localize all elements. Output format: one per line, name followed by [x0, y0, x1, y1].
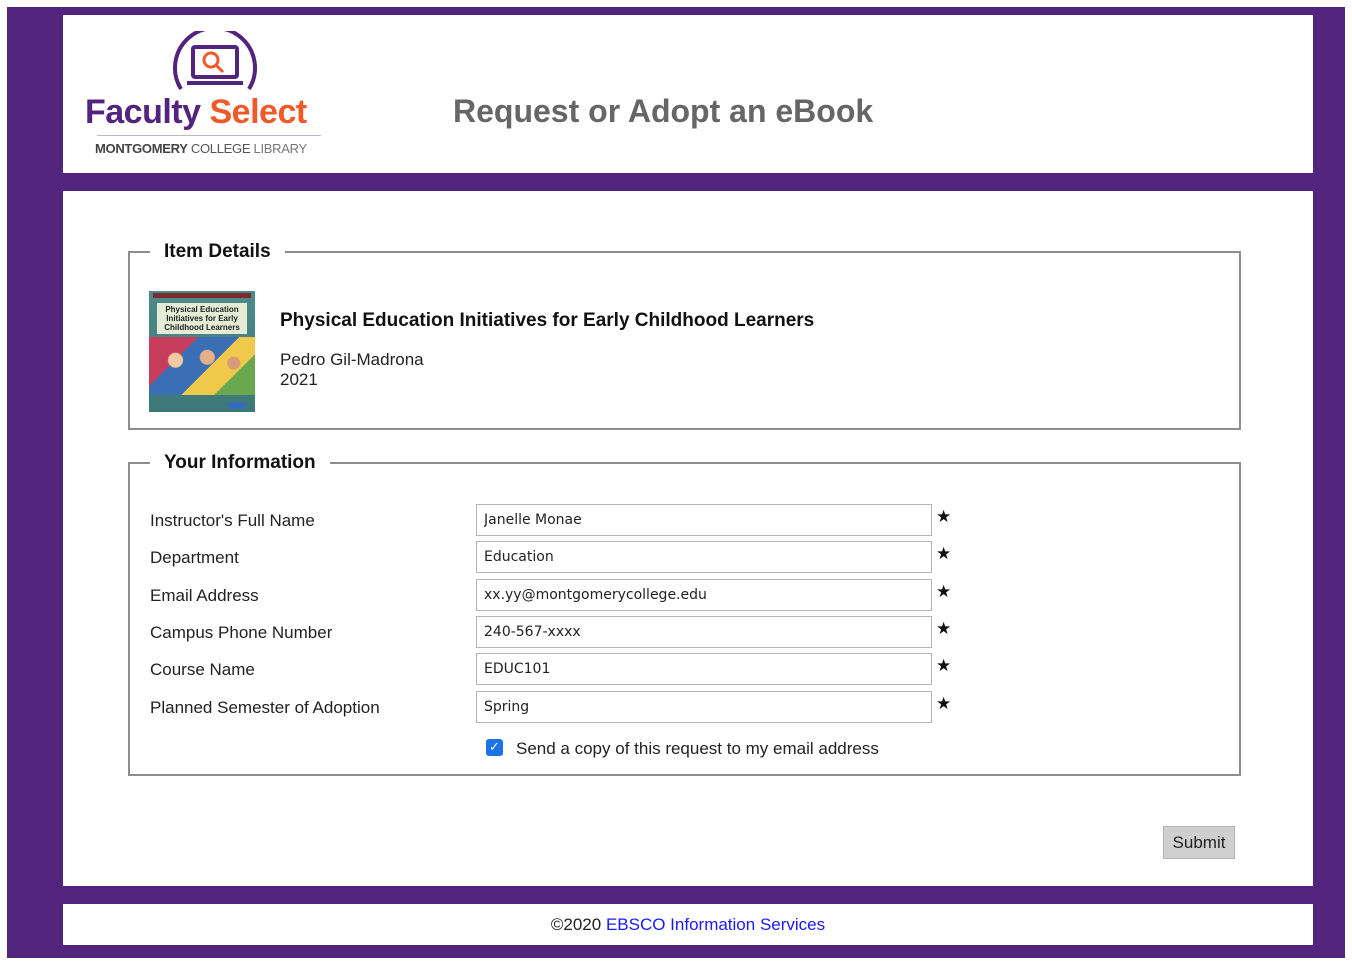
logo-wordmark: Faculty Select [85, 93, 307, 131]
form-row-semester: Planned Semester of Adoption ★ [130, 691, 1239, 723]
email-input[interactable] [476, 579, 932, 611]
footer: ©2020 EBSCO Information Services [63, 904, 1313, 945]
ebsco-link[interactable]: EBSCO Information Services [606, 915, 825, 934]
submit-button[interactable]: Submit [1163, 826, 1235, 859]
page-title: Request or Adopt an eBook [453, 93, 874, 129]
required-star-icon: ★ [936, 582, 952, 602]
footer-text: ©2020 EBSCO Information Services [63, 915, 1313, 935]
required-star-icon: ★ [936, 656, 952, 676]
department-label: Department [150, 548, 239, 567]
your-information-legend: Your Information [150, 452, 330, 474]
book-year: 2021 [280, 370, 318, 389]
cover-photo [149, 337, 255, 395]
main-content: Item Details Physical Education Initiati… [63, 191, 1313, 886]
laptop-search-icon [173, 31, 257, 91]
phone-label: Campus Phone Number [150, 623, 333, 642]
required-star-icon: ★ [936, 619, 952, 639]
copyright-text: ©2020 [550, 915, 602, 934]
book-title: Physical Education Initiatives for Early… [280, 310, 815, 331]
your-information-section: Your Information Instructor's Full Name … [128, 452, 1241, 776]
item-details-legend: Item Details [150, 241, 285, 263]
course-name-label: Course Name [150, 660, 255, 679]
form-row-course-name: Course Name ★ [130, 653, 1239, 685]
logo-subtitle: MONTGOMERY COLLEGE LIBRARY [95, 141, 307, 156]
email-label: Email Address [150, 586, 259, 605]
required-star-icon: ★ [936, 694, 952, 714]
header: Faculty Select MONTGOMERY COLLEGE LIBRAR… [63, 15, 1313, 173]
page-frame: Faculty Select MONTGOMERY COLLEGE LIBRAR… [7, 7, 1345, 958]
instructor-name-input[interactable] [476, 504, 932, 536]
required-star-icon: ★ [936, 544, 952, 564]
form-row-email: Email Address ★ [130, 579, 1239, 611]
send-copy-label[interactable]: Send a copy of this request to my email … [516, 739, 879, 759]
semester-input[interactable] [476, 691, 932, 723]
form-row-phone: Campus Phone Number ★ [130, 616, 1239, 648]
book-author: Pedro Gil-Madrona [280, 350, 424, 369]
publisher-logo [229, 403, 245, 408]
course-name-input[interactable] [476, 653, 932, 685]
book-cover-title: Physical Education Initiatives for Early… [157, 303, 247, 334]
phone-input[interactable] [476, 616, 932, 648]
required-star-icon: ★ [936, 507, 952, 527]
send-copy-checkbox[interactable]: ✓ [486, 739, 503, 756]
item-details-section: Item Details Physical Education Initiati… [128, 241, 1241, 430]
form-row-department: Department ★ [130, 541, 1239, 573]
form-row-instructor-name: Instructor's Full Name ★ [130, 504, 1239, 536]
faculty-select-logo: Faculty Select MONTGOMERY COLLEGE LIBRAR… [83, 31, 343, 161]
department-input[interactable] [476, 541, 932, 573]
logo-divider [97, 135, 321, 136]
book-cover-image: Physical Education Initiatives for Early… [149, 291, 255, 412]
instructor-name-label: Instructor's Full Name [150, 511, 315, 530]
semester-label: Planned Semester of Adoption [150, 698, 380, 717]
